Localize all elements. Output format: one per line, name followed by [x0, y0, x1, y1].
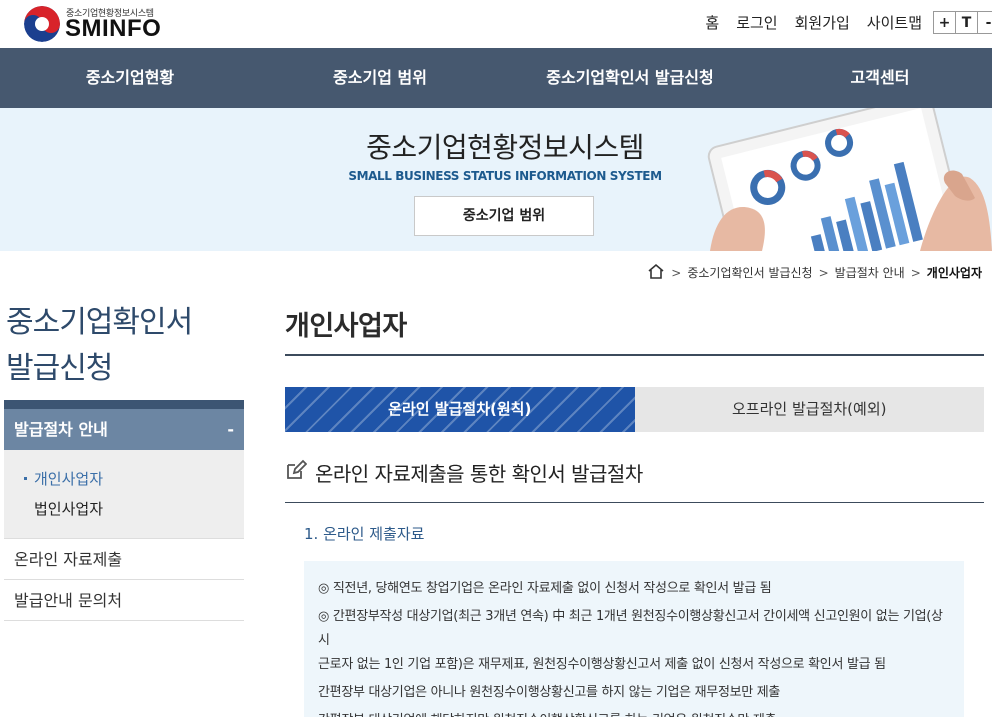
side-nav-label: 발급절차 안내	[14, 420, 108, 439]
info-line: ◎ 직전년, 당해연도 창업기업은 온라인 자료제출 없이 신청서 작성으로 확…	[318, 581, 772, 596]
title-divider	[285, 354, 984, 356]
section-title-line: 중소기업확인서	[6, 305, 193, 340]
banner-title: 중소기업현황정보시스템	[366, 131, 644, 164]
section-title-line: 발급신청	[6, 351, 113, 386]
banner-scope-button[interactable]: 중소기업 범위	[414, 196, 594, 236]
info-box: ◎ 직전년, 당해연도 창업기업은 온라인 자료제출 없이 신청서 작성으로 확…	[304, 561, 964, 717]
info-line: 근로자 없는 1인 기업 포함)은 재무제표, 원천징수이행상황신고서 제출 없…	[318, 657, 886, 672]
side-navigation: 발급절차 안내 - 개인사업자 법인사업자 온라인 자료제출 발급안내 문의처	[4, 400, 244, 621]
collapse-icon[interactable]: -	[227, 409, 234, 450]
breadcrumb-separator: >	[818, 265, 829, 280]
info-line: 간편장부 대상기업에 해당하지만 원천징수이행상황신고를 하는 기업은 원천징수…	[318, 709, 950, 717]
breadcrumb-item[interactable]: 중소기업확인서 발급신청	[687, 264, 812, 281]
gnb-item-certificate[interactable]: 중소기업확인서 발급신청	[510, 48, 750, 108]
tab-online-procedure[interactable]: 온라인 발급절차(원칙)	[285, 387, 635, 432]
banner-subtitle: SMALL BUSINESS STATUS INFORMATION SYSTEM	[348, 169, 662, 183]
breadcrumb-item[interactable]: 발급절차 안내	[835, 264, 905, 281]
font-increase-button[interactable]: +	[933, 11, 956, 34]
side-nav-sub-individual[interactable]: 개인사업자	[4, 464, 244, 494]
taegeuk-emblem-icon	[24, 6, 60, 42]
side-nav-issuance-guide[interactable]: 발급절차 안내 -	[4, 409, 244, 450]
procedure-tabs: 온라인 발급절차(원칙) 오프라인 발급절차(예외)	[285, 387, 984, 432]
site-logo[interactable]: 중소기업현황정보시스템 SMINFO	[24, 4, 174, 44]
sub-heading: 1. 온라인 제출자료	[304, 525, 425, 543]
side-nav-submenu: 개인사업자 법인사업자	[4, 450, 244, 539]
edit-icon	[285, 459, 308, 486]
gnb-item-scope[interactable]: 중소기업 범위	[280, 48, 480, 108]
home-icon[interactable]	[647, 263, 665, 282]
info-line: ◎ 간편장부작성 대상기업(최근 3개년 연속) 中 최근 1개년 원천징수이행…	[318, 609, 943, 648]
section-title: 중소기업확인서 발급신청	[6, 300, 236, 392]
login-link[interactable]: 로그인	[736, 12, 777, 33]
side-nav-sub-corporate[interactable]: 법인사업자	[4, 494, 244, 524]
tab-offline-procedure[interactable]: 오프라인 발급절차(예외)	[634, 387, 984, 432]
font-size-controls: + T -	[933, 11, 992, 34]
sitemap-link[interactable]: 사이트맵	[867, 12, 922, 33]
breadcrumb-separator: >	[671, 265, 682, 280]
tablet-chart-illustration	[707, 108, 992, 251]
hero-banner: 중소기업현황정보시스템 SMALL BUSINESS STATUS INFORM…	[0, 108, 992, 251]
signup-link[interactable]: 회원가입	[795, 12, 850, 33]
section-divider	[285, 502, 984, 503]
section-heading-text: 온라인 자료제출을 통한 확인서 발급절차	[315, 462, 643, 486]
breadcrumb-current: 개인사업자	[926, 266, 982, 280]
logo-text: SMINFO	[65, 15, 162, 42]
home-link[interactable]: 홈	[705, 12, 719, 33]
info-line: 간편장부 대상기업은 아니나 원천징수이행상황신고를 하지 않는 기업은 재무정…	[318, 685, 781, 700]
section-heading: 온라인 자료제출을 통한 확인서 발급절차	[285, 458, 643, 487]
font-decrease-button[interactable]: -	[977, 11, 992, 34]
top-header: 중소기업현황정보시스템 SMINFO 홈 로그인 회원가입 사이트맵 + T -	[0, 0, 992, 48]
font-reset-button[interactable]: T	[955, 11, 978, 34]
page-title: 개인사업자	[285, 311, 407, 342]
main-navigation: 중소기업현황 중소기업 범위 중소기업확인서 발급신청 고객센터	[0, 48, 992, 108]
utility-links: 홈 로그인 회원가입 사이트맵	[705, 12, 922, 33]
side-nav-divider	[4, 400, 244, 409]
side-nav-online-submission[interactable]: 온라인 자료제출	[4, 539, 244, 580]
gnb-item-status[interactable]: 중소기업현황	[30, 48, 230, 108]
breadcrumb-separator: >	[910, 265, 921, 280]
gnb-item-customer-center[interactable]: 고객센터	[780, 48, 980, 108]
breadcrumb: > 중소기업확인서 발급신청 > 발급절차 안내 > 개인사업자	[647, 263, 982, 282]
side-nav-inquiry[interactable]: 발급안내 문의처	[4, 580, 244, 621]
